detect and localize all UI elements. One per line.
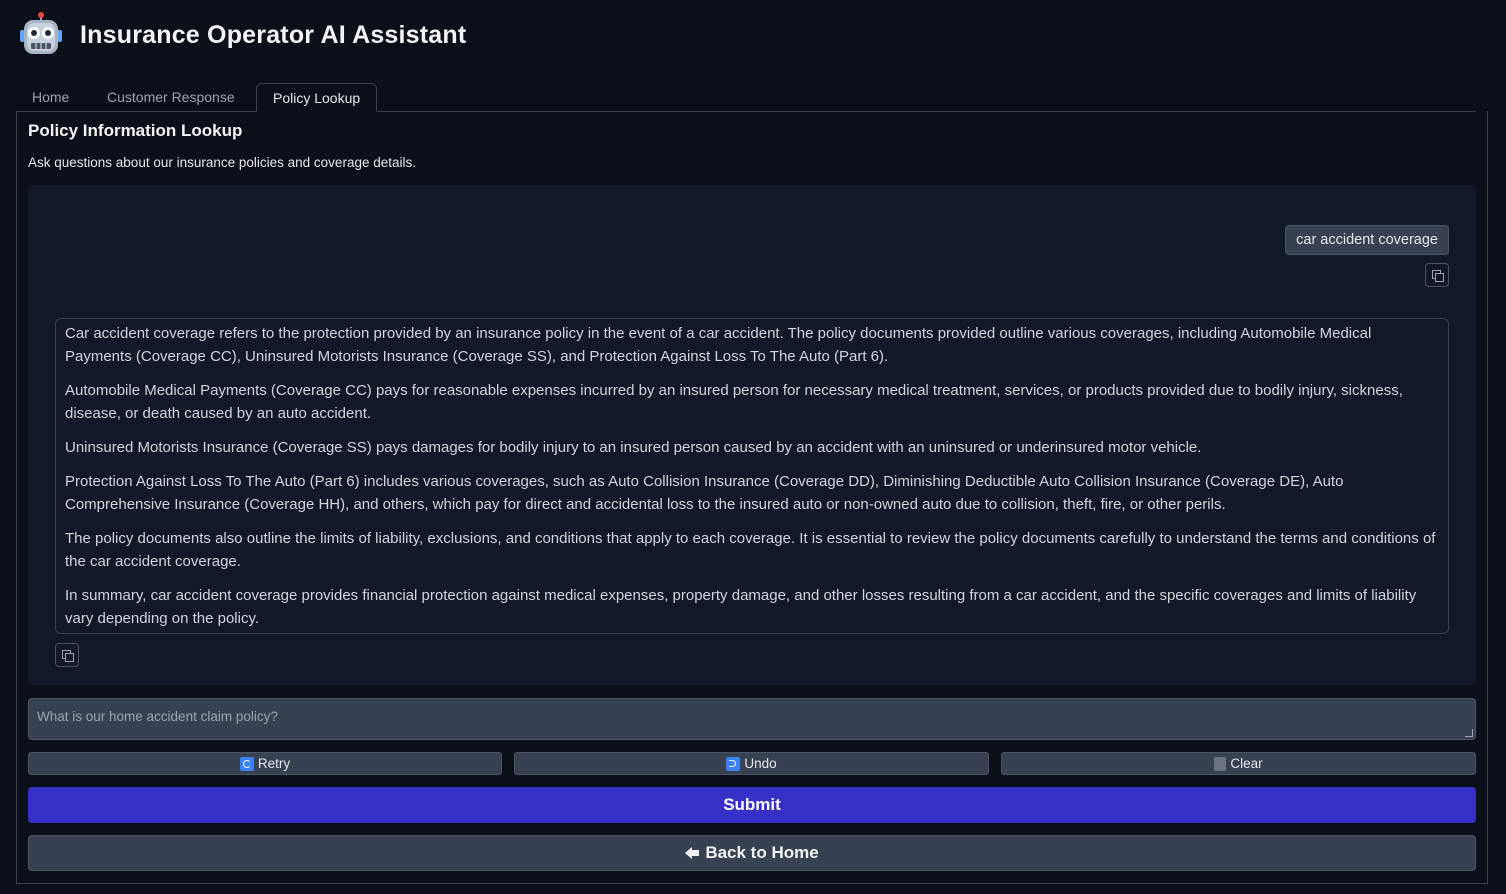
trash-icon [1214,756,1227,771]
submit-button[interactable]: Submit [28,787,1476,823]
chatbot-window[interactable]: car accident coverage Car accident cover… [28,185,1476,685]
undo-icon [726,756,741,771]
app-title: Insurance Operator AI Assistant [80,20,467,49]
clear-label: Clear [1230,756,1263,771]
bot-message-paragraph: The policy documents also outline the li… [65,530,1436,570]
copy-bot-message-button[interactable] [55,643,79,667]
bot-message-paragraph: Car accident coverage refers to the prot… [65,325,1372,365]
back-label: Back to Home [705,843,819,862]
bot-message-paragraph: Uninsured Motorists Insurance (Coverage … [65,439,1202,456]
copy-user-message-button[interactable] [1425,263,1449,287]
bot-message-paragraph: Automobile Medical Payments (Coverage CC… [65,382,1403,422]
undo-button[interactable]: Undo [514,752,989,775]
tab-policy-lookup[interactable]: Policy Lookup [256,83,378,112]
resize-handle-icon[interactable] [1465,729,1473,737]
panel-title: Policy Information Lookup [28,121,243,140]
question-input-placeholder: What is our home accident claim policy? [37,709,278,724]
bot-message-paragraph: In summary, car accident coverage provid… [65,587,1417,627]
tab-bar: Home Customer Response Policy Lookup [16,83,1476,112]
undo-label: Undo [744,756,777,771]
retry-button[interactable]: Retry [28,752,502,775]
arrow-left-icon [685,847,700,859]
app-header: Insurance Operator AI Assistant [18,8,466,62]
bot-message: Car accident coverage refers to the prot… [55,318,1449,634]
submit-label: Submit [723,795,781,814]
back-to-home-button[interactable]: Back to Home [28,835,1476,871]
robot-face-icon [18,12,64,58]
tab-customer-response[interactable]: Customer Response [91,83,251,112]
tab-home[interactable]: Home [16,83,85,112]
clear-button[interactable]: Clear [1001,752,1476,775]
user-message: car accident coverage [1285,225,1449,255]
bot-message-paragraph: Protection Against Loss To The Auto (Par… [65,473,1344,513]
retry-label: Retry [257,756,291,771]
panel-description: Ask questions about our insurance polici… [28,155,416,170]
retry-icon [239,756,254,771]
question-input[interactable]: What is our home accident claim policy? [28,698,1476,740]
policy-lookup-panel: Policy Information Lookup Ask questions … [16,111,1488,884]
